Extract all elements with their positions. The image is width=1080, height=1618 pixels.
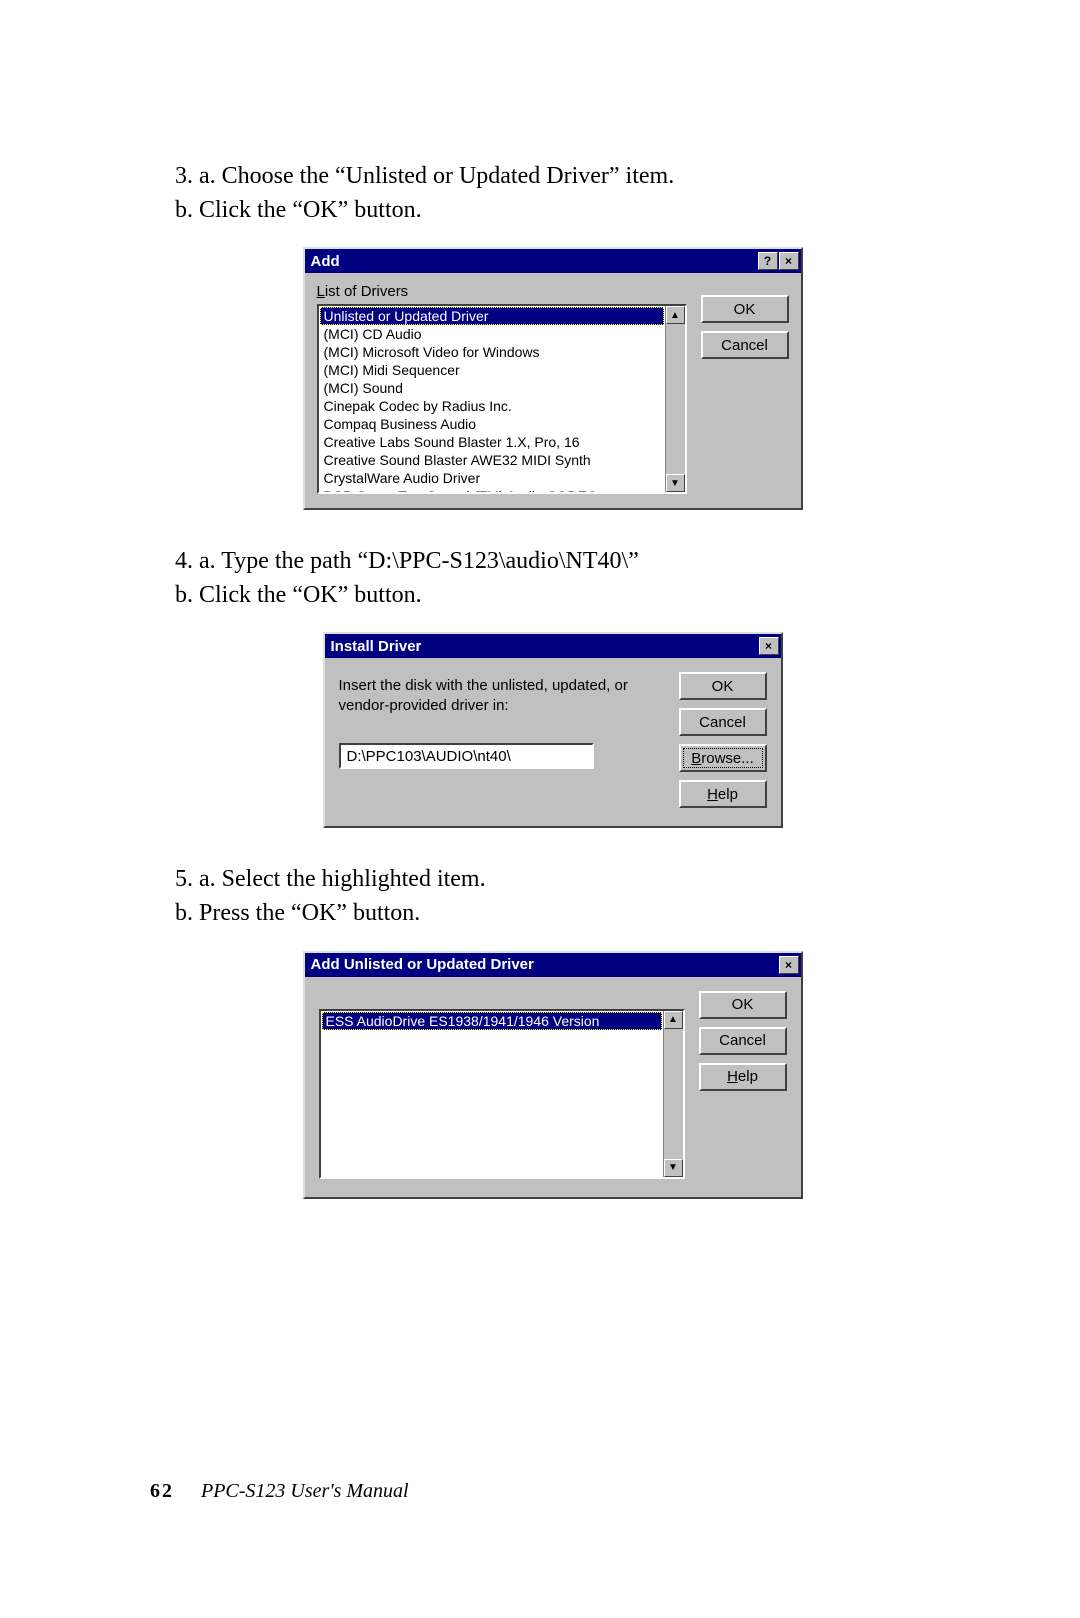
step-5-text: 5. a. Select the highlighted item. b. Pr… [175,863,930,930]
titlebar: Add Unlisted or Updated Driver × [305,953,801,977]
dialog-add: Add ? × List of Drivers Unlisted or Upda… [303,247,803,510]
page-number: 62 [150,1480,174,1502]
dialog-title: Add Unlisted or Updated Driver [311,956,534,973]
scroll-up-icon[interactable]: ▲ [666,306,685,324]
install-prompt: Insert the disk with the unlisted, updat… [339,676,665,715]
cancel-button[interactable]: Cancel [699,1027,787,1055]
manual-name: PPC-S123 User's Manual [201,1480,409,1502]
titlebar: Install Driver × [325,634,781,658]
cancel-button[interactable]: Cancel [679,708,767,736]
close-icon[interactable]: × [759,637,779,655]
list-item[interactable]: ESS AudioDrive ES1938/1941/1946 Version [322,1012,662,1030]
list-item[interactable]: (MCI) Microsoft Video for Windows [320,343,664,361]
dialog-add-unlisted: Add Unlisted or Updated Driver × ESS Aud… [303,951,803,1199]
ok-button[interactable]: OK [679,672,767,700]
dialog-add-wrap: Add ? × List of Drivers Unlisted or Upda… [175,247,930,510]
scroll-down-icon[interactable]: ▼ [666,474,685,492]
dialog-title: Add [311,253,340,270]
dialog-install-driver: Install Driver × Insert the disk with th… [323,632,783,828]
scroll-up-icon[interactable]: ▲ [664,1011,683,1029]
step-4-text: 4. a. Type the path “D:\PPC-S123\audio\N… [175,545,930,612]
close-icon[interactable]: × [779,956,799,974]
list-item[interactable]: (MCI) Midi Sequencer [320,361,664,379]
page-footer: 62 PPC-S123 User's Manual [150,1480,409,1503]
list-label: List of Drivers [317,283,687,300]
list-item[interactable]: Compaq Business Audio [320,415,664,433]
scroll-down-icon[interactable]: ▼ [664,1159,683,1177]
list-item[interactable]: Creative Sound Blaster AWE32 MIDI Synth [320,451,664,469]
list-item[interactable]: Creative Labs Sound Blaster 1.X, Pro, 16 [320,433,664,451]
ok-button[interactable]: OK [699,991,787,1019]
cancel-button[interactable]: Cancel [701,331,789,359]
titlebar: Add ? × [305,249,801,273]
driver-listbox[interactable]: ESS AudioDrive ES1938/1941/1946 Version … [319,1009,685,1179]
driver-listbox[interactable]: Unlisted or Updated Driver (MCI) CD Audi… [317,304,687,494]
list-item[interactable]: Unlisted or Updated Driver [320,307,664,325]
step-3-text: 3. a. Choose the “Unlisted or Updated Dr… [175,160,930,227]
help-button[interactable]: Help [679,780,767,808]
help-icon[interactable]: ? [758,252,778,270]
list-item[interactable]: CrystalWare Audio Driver [320,469,664,487]
list-item[interactable]: DSP Group TrueSpeech(TM) Audio CODEC [320,487,664,492]
help-button[interactable]: Help [699,1063,787,1091]
path-input[interactable]: D:\PPC103\AUDIO\nt40\ [339,743,594,769]
browse-button[interactable]: Browse... [679,744,767,772]
ok-button[interactable]: OK [701,295,789,323]
list-item[interactable]: (MCI) CD Audio [320,325,664,343]
close-icon[interactable]: × [779,252,799,270]
list-item[interactable]: Cinepak Codec by Radius Inc. [320,397,664,415]
dialog-unlisted-wrap: Add Unlisted or Updated Driver × ESS Aud… [175,951,930,1199]
dialog-install-wrap: Install Driver × Insert the disk with th… [175,632,930,828]
list-item[interactable]: (MCI) Sound [320,379,664,397]
scrollbar[interactable]: ▲ ▼ [665,306,685,492]
dialog-title: Install Driver [331,638,422,655]
scrollbar[interactable]: ▲ ▼ [663,1011,683,1177]
